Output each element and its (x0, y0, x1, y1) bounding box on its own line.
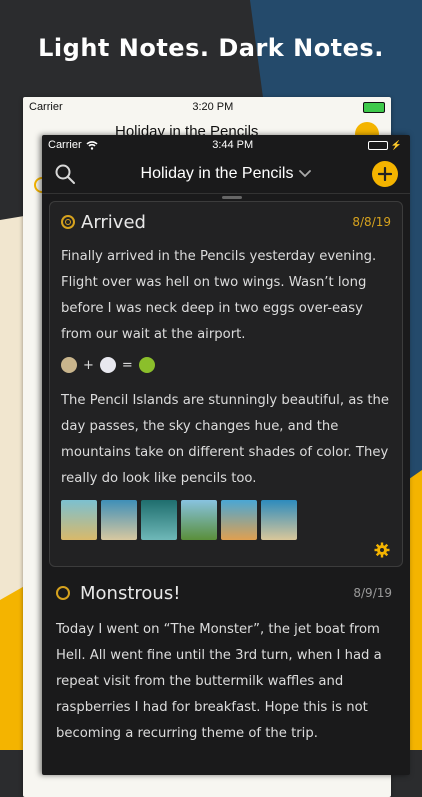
entry-header: Arrived 8/8/19 (61, 206, 391, 238)
time-label: 3:44 PM (212, 139, 254, 151)
photo-thumbnail[interactable] (261, 500, 297, 540)
add-button[interactable] (372, 161, 398, 187)
navigation-bar: Holiday in the Pencils (42, 155, 410, 194)
headline: Light Notes. Dark Notes. (38, 34, 384, 62)
search-icon[interactable] (54, 163, 76, 185)
entry-item[interactable]: Monstrous! 8/9/19 Today I went on “The M… (42, 577, 410, 747)
charging-icon: ⚡ (390, 139, 402, 150)
status-bar: Carrier 3:44 PM ⚡ (42, 135, 410, 155)
photo-thumbnail[interactable] (61, 500, 97, 540)
wifi-icon (86, 140, 98, 150)
photo-strip (61, 500, 391, 540)
entry-paragraph: Finally arrived in the Pencils yesterday… (61, 249, 377, 342)
entry-date: 8/8/19 (352, 215, 391, 229)
photo-thumbnail[interactable] (141, 500, 177, 540)
entry-card[interactable]: Arrived 8/8/19 Finally arrived in the Pe… (49, 196, 403, 567)
notebook-title-button[interactable]: Holiday in the Pencils (141, 165, 312, 183)
notebook-title: Holiday in the Pencils (140, 165, 294, 182)
dark-phone-screen: Carrier 3:44 PM ⚡ Holiday in the Pencils… (42, 135, 410, 775)
entry-paragraph: The Pencil Islands are stunningly beauti… (61, 393, 390, 486)
battery-icon (363, 101, 385, 113)
emoji-row: + = (61, 352, 391, 378)
photo-thumbnail[interactable] (181, 500, 217, 540)
photo-thumbnail[interactable] (101, 500, 137, 540)
entry-header: Monstrous! 8/9/19 (56, 577, 392, 609)
carrier-label: Carrier (48, 139, 82, 151)
entry-paragraph: Today I went on “The Monster”, the jet b… (56, 622, 382, 741)
status-bar: Carrier 3:20 PM (23, 97, 391, 117)
battery-icon (367, 140, 388, 150)
storm-cloud-icon (99, 357, 116, 373)
drag-handle[interactable] (222, 196, 242, 199)
entry-title: Arrived (81, 211, 146, 233)
photo-thumbnail[interactable] (221, 500, 257, 540)
carrier-label: Carrier (29, 101, 63, 113)
emoji-plus: + (83, 357, 94, 373)
entry-status-icon[interactable] (61, 215, 75, 229)
entry-title: Monstrous! (80, 582, 181, 604)
time-label: 3:20 PM (192, 101, 234, 113)
chevron-down-icon (299, 170, 312, 178)
nauseated-face-icon (138, 357, 155, 373)
gear-icon[interactable] (374, 542, 390, 558)
add-icon (378, 167, 392, 181)
frying-pan-icon (61, 357, 77, 373)
emoji-equals: = (121, 357, 133, 373)
entry-date: 8/9/19 (353, 586, 392, 600)
entry-status-icon[interactable] (56, 586, 70, 600)
